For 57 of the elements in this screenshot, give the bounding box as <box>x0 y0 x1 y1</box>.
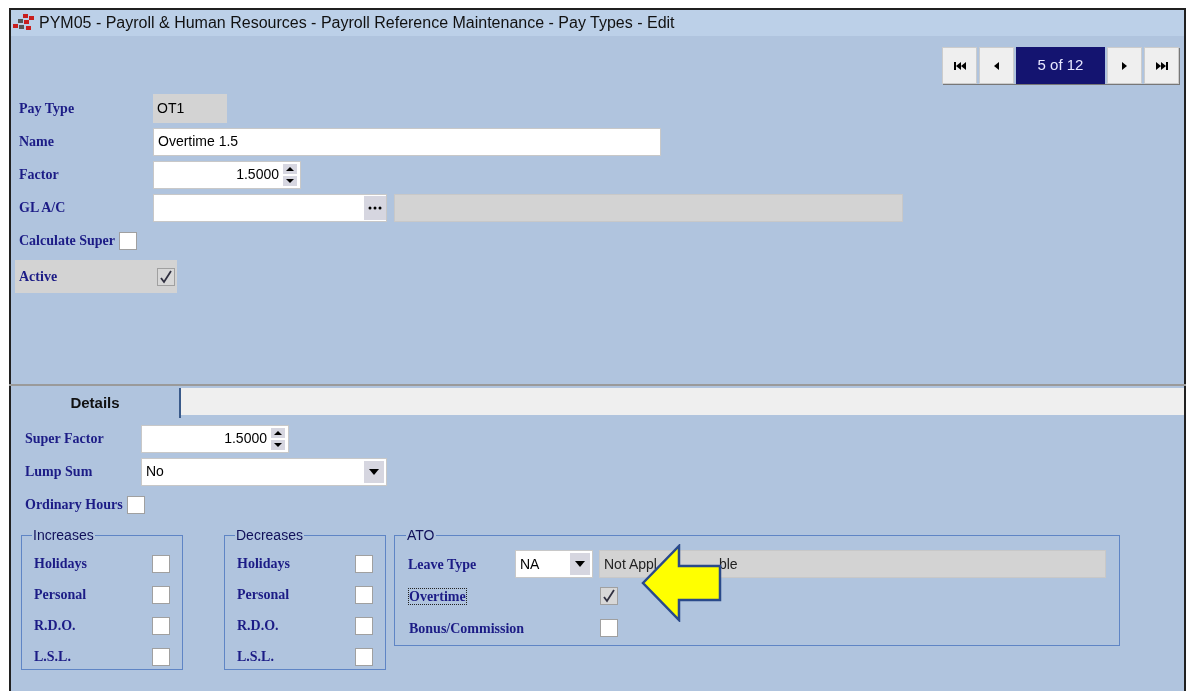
checkbox[interactable] <box>355 554 373 573</box>
last-icon <box>1155 61 1168 70</box>
number-field[interactable]: 1.5000 <box>153 160 301 189</box>
leave-type-select[interactable]: NA <box>515 550 593 578</box>
window-title: PYM05 - Payroll & Human Resources - Payroll Reference Maintenance - Pay Types - Edit <box>39 13 675 33</box>
next-icon <box>1122 61 1127 70</box>
previous-icon <box>994 61 999 70</box>
pay-type-field: OT1 <box>153 94 227 123</box>
check-icon <box>602 589 616 603</box>
field-label: Lump Sum <box>25 463 94 481</box>
group-title: Decreases <box>235 526 304 545</box>
checkbox-label: Overtime <box>408 588 467 605</box>
checkbox[interactable] <box>355 585 373 604</box>
first-record-button[interactable] <box>942 47 977 84</box>
field-label: Pay Type <box>19 100 76 118</box>
checkbox[interactable] <box>126 495 145 514</box>
checkbox[interactable] <box>600 587 618 605</box>
group-title: ATO <box>406 526 436 545</box>
checkbox-label: L.S.L. <box>34 648 71 666</box>
lump-sum-select[interactable]: No <box>141 457 387 486</box>
spinner-arrows-icon[interactable] <box>271 427 285 450</box>
group-title: Increases <box>32 526 95 545</box>
field-label: Leave Type <box>408 555 478 574</box>
ellipsis-icon[interactable] <box>364 195 386 220</box>
field-label: Factor <box>19 166 60 184</box>
checkbox[interactable] <box>152 585 170 604</box>
first-icon <box>953 61 966 70</box>
field-label: GL A/C <box>19 199 67 217</box>
checkbox[interactable] <box>600 619 618 637</box>
checkbox-label: Personal <box>34 586 87 604</box>
field-label: Ordinary Hours <box>25 496 123 514</box>
field-label: Name <box>19 133 55 151</box>
name-field[interactable]: Overtime 1.5 <box>153 127 661 156</box>
field-label: Super Factor <box>25 430 105 448</box>
checkbox[interactable] <box>157 267 175 286</box>
record-position: 5 of 12 <box>1016 47 1105 84</box>
checkbox[interactable] <box>152 616 170 635</box>
checkbox-label: Holidays <box>34 555 87 573</box>
checkbox-label: Personal <box>237 586 290 604</box>
checkbox-label: Holidays <box>237 555 290 573</box>
checkbox-label: L.S.L. <box>237 648 274 666</box>
checkbox[interactable] <box>152 647 170 666</box>
field-label: Calculate Super <box>19 232 116 250</box>
checkbox[interactable] <box>355 647 373 666</box>
checkbox-label: R.D.O. <box>237 617 279 635</box>
checkbox-label: R.D.O. <box>34 617 76 635</box>
app-logo-icon <box>13 14 35 32</box>
check-icon <box>159 269 173 284</box>
spinner-arrows-icon[interactable] <box>283 163 297 186</box>
number-field[interactable]: 1.5000 <box>141 424 289 453</box>
field-label: Active <box>19 268 59 286</box>
account-field[interactable] <box>153 193 387 222</box>
checkbox[interactable] <box>152 554 170 573</box>
checkbox[interactable] <box>355 616 373 635</box>
checkbox-label: Bonus/Commission <box>408 620 526 637</box>
last-record-button[interactable] <box>1144 47 1179 84</box>
checkbox[interactable] <box>119 231 138 250</box>
